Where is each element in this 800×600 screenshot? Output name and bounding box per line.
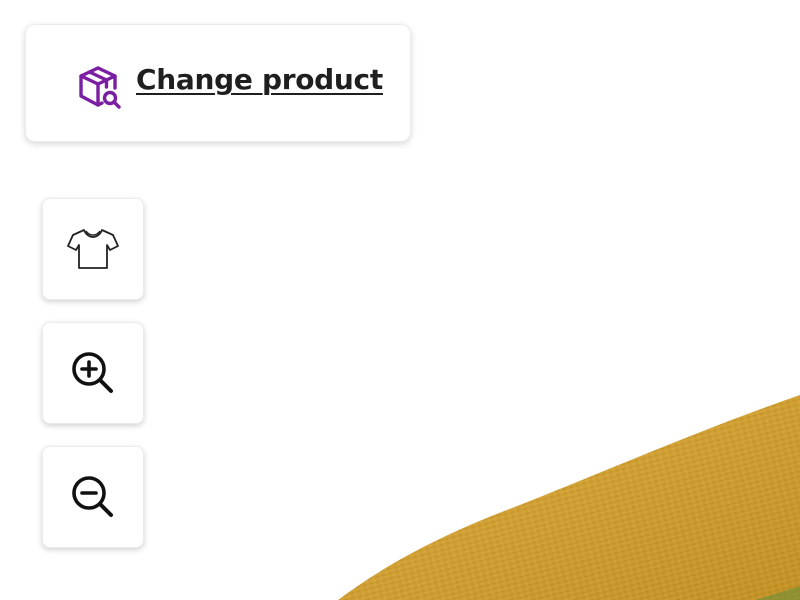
zoom-in-icon [72, 352, 113, 393]
design-canvas[interactable]: Change product [0, 0, 800, 600]
change-product-label: Change product [136, 63, 383, 96]
zoom-in-button[interactable] [42, 322, 144, 424]
package-search-icon [79, 66, 121, 109]
change-product-button[interactable]: Change product [25, 24, 411, 142]
zoom-out-button[interactable] [42, 446, 144, 548]
zoom-out-icon [72, 476, 113, 517]
tshirt-icon [67, 229, 119, 269]
product-view-button[interactable] [42, 198, 144, 300]
